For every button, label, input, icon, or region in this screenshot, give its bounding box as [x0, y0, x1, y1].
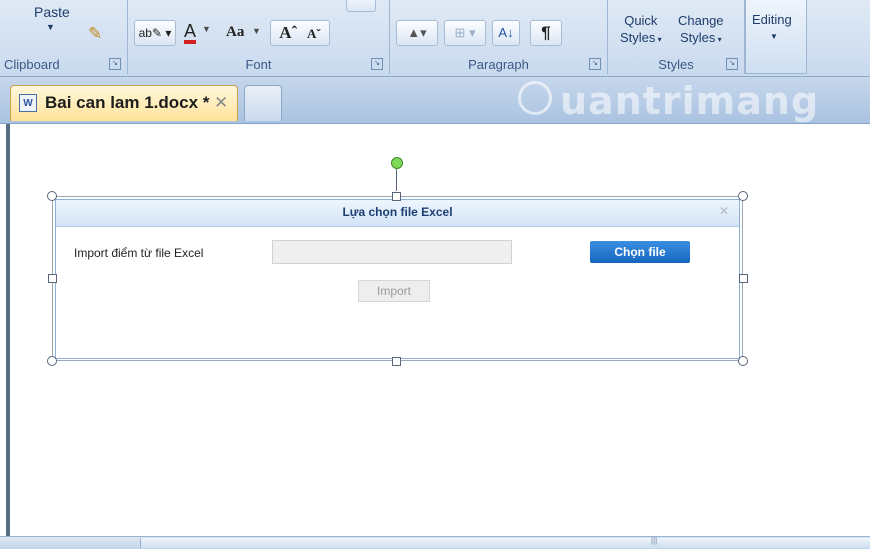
resize-handle-top[interactable]: [392, 192, 401, 201]
document-tab-bar: uantrimang W Bai can lam 1.docx * ✕: [0, 77, 870, 124]
excel-file-dialog: Lựa chọn file Excel ✕ Import điểm từ fil…: [55, 199, 740, 359]
editing-label: Editing: [752, 12, 792, 27]
resize-handle-left[interactable]: [48, 274, 57, 283]
resize-handle-bottom-right[interactable]: [738, 356, 748, 366]
font-group: ab✎ ▾ A ▼ Aa ▼ Aˆ Aˇ Font ↘: [128, 0, 390, 74]
change-case-dropdown-icon[interactable]: ▼: [252, 26, 261, 36]
watermark-bulb-icon: [518, 81, 552, 115]
ribbon: Paste ▼ ✎ Clipboard ↘ ab✎ ▾ A ▼ Aa ▼ Aˆ …: [0, 0, 870, 77]
file-path-input[interactable]: [272, 240, 512, 264]
sort-button[interactable]: A↓: [492, 20, 520, 46]
editing-dropdown-icon: ▼: [770, 32, 778, 41]
shading-button[interactable]: ▲▾: [396, 20, 438, 46]
highlight-icon: ab✎ ▾: [138, 26, 172, 40]
import-from-excel-label: Import điểm từ file Excel: [74, 246, 204, 260]
quick-styles-button[interactable]: Quick Styles ▾: [620, 12, 662, 48]
font-color-icon[interactable]: A: [184, 22, 197, 44]
font-group-label: Font: [245, 57, 272, 72]
resize-handle-right[interactable]: [739, 274, 748, 283]
styles-launcher-icon[interactable]: ↘: [726, 58, 738, 70]
paste-dropdown-icon[interactable]: ▼: [46, 22, 55, 32]
choose-file-button[interactable]: Chọn file: [590, 241, 690, 263]
resize-handle-top-left[interactable]: [47, 191, 57, 201]
font-launcher-icon[interactable]: ↘: [371, 58, 383, 70]
word-document-icon: W: [19, 94, 37, 112]
dialog-title: Lựa chọn file Excel: [342, 205, 453, 219]
import-button[interactable]: Import: [358, 280, 430, 302]
dialog-title-bar: Lựa chọn file Excel ✕: [56, 200, 739, 227]
paint-bucket-icon: ▲▾: [407, 25, 427, 40]
format-painter-icon[interactable]: ✎: [88, 24, 102, 44]
sort-az-icon: A↓: [498, 25, 514, 40]
rotate-handle-stem: [396, 169, 397, 191]
rotate-handle[interactable]: [391, 157, 403, 169]
horizontal-scrollbar-thumb[interactable]: |||: [140, 536, 870, 548]
clipboard-launcher-icon[interactable]: ↘: [109, 58, 121, 70]
page-left-edge: [6, 124, 10, 536]
tab-close-icon[interactable]: ✕: [214, 93, 228, 113]
editing-button[interactable]: Editing ▼: [745, 0, 807, 74]
scroll-grip-icon: |||: [651, 536, 658, 545]
tab-document-label: Bai can lam 1.docx *: [45, 93, 210, 112]
paste-button[interactable]: Paste: [34, 4, 70, 20]
change-styles-button[interactable]: Change Styles ▾: [678, 12, 724, 48]
new-tab-button[interactable]: [244, 85, 282, 121]
styles-group-label: Styles: [658, 57, 694, 72]
clear-formatting-button[interactable]: [346, 0, 376, 12]
clipboard-group: Paste ▼ ✎ Clipboard ↘: [0, 0, 128, 74]
paragraph-group-label: Paragraph: [468, 57, 529, 72]
show-formatting-button[interactable]: ¶: [530, 20, 562, 46]
shrink-font-button[interactable]: Aˇ: [307, 26, 321, 41]
horizontal-scrollbar[interactable]: |||: [0, 536, 870, 549]
paragraph-group: ▲▾ ⊞ ▾ A↓ ¶ Paragraph ↘: [390, 0, 608, 74]
dialog-close-icon[interactable]: ✕: [719, 204, 729, 218]
grow-font-button[interactable]: Aˆ: [279, 23, 297, 42]
grow-shrink-font-group: Aˆ Aˇ: [270, 20, 330, 46]
styles-group: Quick Styles ▾ Change Styles ▾ Styles ↘: [608, 0, 745, 74]
tab-document[interactable]: W Bai can lam 1.docx * ✕: [10, 85, 238, 121]
change-case-button[interactable]: Aa: [226, 24, 244, 41]
watermark-text: uantrimang: [560, 79, 820, 123]
resize-handle-top-right[interactable]: [738, 191, 748, 201]
borders-button[interactable]: ⊞ ▾: [444, 20, 486, 46]
font-color-dropdown-icon[interactable]: ▼: [202, 24, 211, 34]
borders-icon: ⊞ ▾: [454, 25, 476, 40]
resize-handle-bottom[interactable]: [392, 357, 401, 366]
resize-handle-bottom-left[interactable]: [47, 356, 57, 366]
paragraph-launcher-icon[interactable]: ↘: [589, 58, 601, 70]
highlight-color-button[interactable]: ab✎ ▾: [134, 20, 176, 46]
